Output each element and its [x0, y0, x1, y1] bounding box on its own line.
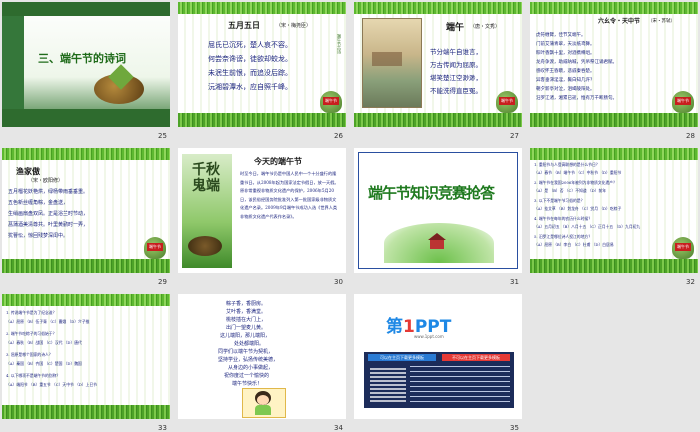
quiz-line: 4. 端午节在每年的农历什么时候？ — [534, 216, 592, 221]
cartoon-girl-card — [242, 388, 286, 418]
poem-line: 五色新丝缠角粽，金盘送， — [8, 200, 69, 206]
slide-thumbnail-27[interactable]: 端午 （唐・文秀） 节分端午自谁言， 万古传闻为屈原。 堪笑楚江空渺渺， 不能洗… — [354, 2, 522, 127]
quiz-line: （A）屈原 （B）伍子胥 （C）曹娥 （D）介子推 — [6, 319, 90, 324]
poem-title: 五月五日 — [228, 20, 260, 30]
brand-url: www.1ppt.com — [414, 334, 444, 339]
quiz-line: （A）五月初五 （B）八月十五 （C）正月十五 （D）九月初九 — [534, 224, 641, 229]
poem-author: （唐・文秀） — [470, 24, 501, 30]
slide-thumbnail-31[interactable]: 端午节知识竞赛抢答 — [354, 148, 522, 273]
poem-author: （宋・梅尧臣） — [276, 23, 312, 29]
zongzi-icon: 端午节 — [672, 237, 694, 259]
download-button-alt[interactable]: 不可以在主页下载更多模板 — [442, 354, 510, 361]
slide-number: 30 — [334, 278, 343, 286]
quiz-line: 2. 端午节吃粽子的习俗始于？ — [6, 331, 57, 336]
slide-number: 26 — [334, 132, 343, 140]
quiz-line: （A）挂艾草 （B）划龙舟 （C）赏月 （D）吃粽子 — [534, 206, 622, 211]
slide-thumbnail-35[interactable]: 第1PPT www.1ppt.com 可以在主页下载更多模板 不可以在主页下载更… — [354, 294, 522, 419]
quiz-line: （A）端阳节 （B）重五节 （C）天中节 （D）上巳节 — [6, 382, 98, 387]
rhyme-line: 桃枝插在大门上， — [226, 317, 267, 323]
zongzi-icon: 端午节 — [144, 237, 166, 259]
poem-line: 犹瞢忪，惊回残梦深闺中。 — [8, 233, 69, 239]
quiz-line: （A）秦国 （B）齐国 （C）楚国 （D）魏国 — [6, 361, 82, 366]
slide-title: 端午节知识竞赛抢答 — [368, 184, 495, 202]
rhyme-line: 坚持学业，弘扬传统美德， — [218, 357, 279, 363]
quiz-line: （A）屈原 （B）李白 （C）杜甫 （D）白居易 — [534, 242, 614, 247]
rhyme-line: 处处都端阳。 — [234, 341, 265, 347]
poem-title: 六幺令・天中节 — [598, 18, 641, 25]
slide-number: 32 — [686, 278, 695, 286]
rhyme-line: 粽子香，香厨房。 — [226, 301, 267, 307]
poem-line: 龙舟争渡，助威呐喊，凭吊祭江诵君赋。 — [536, 60, 617, 65]
poem-title: 渔家傲 — [16, 166, 40, 176]
slide-thumbnail-32[interactable]: 1. 重阳节与人登高联想的是什么节日？ （A）春节 （B）端午节 （C）中秋节 … — [530, 148, 698, 273]
rhyme-line: 同学们以端午节为契机， — [218, 349, 274, 355]
zongzi-icon: 端午节 — [320, 91, 342, 113]
slide-thumbnail-34[interactable]: 粽子香，香厨房。 艾叶香，香满堂。 桃枝插在大门上， 出门一望麦儿黄。 这儿端阳… — [178, 294, 346, 419]
slide-title: 今天的端午节 — [254, 156, 302, 166]
slide-thumbnail-29[interactable]: 渔家傲 （宋・欧阳修） 五月榴花妖艳烘，绿杨带雨垂垂重。 五色新丝缠角粽，金盘送… — [2, 148, 170, 273]
rhyme-line: 端午节快乐！ — [232, 381, 263, 387]
poem-line: 感叹怀王昏聩，悲戚秦吞楚。 — [536, 69, 595, 74]
quiz-line: 1. 重阳节与人登高联想的是什么节日？ — [534, 162, 600, 167]
poem-line: 生绡画扇盘双凤。正是浴兰时节动， — [8, 211, 89, 217]
calligraphy-text: 千秋鬼端 — [192, 162, 220, 194]
quiz-line: （A）春秋 （B）战国 （C）汉代 （D）唐代 — [6, 340, 82, 345]
poem-line: 沅湘碧潭水，应自照千峰。 — [208, 83, 292, 91]
poem-line: 朝夕新亭对泣，泪竭陵阳处。 — [536, 87, 595, 92]
quiz-line: 3. 以下不是端午节习俗的是？ — [534, 198, 585, 203]
poem-line: 万古传闻为屈原。 — [430, 61, 482, 69]
slide-thumbnail-25[interactable]: 三、端午节的诗词 — [2, 2, 170, 127]
side-tag: 端午节古诗 — [337, 34, 342, 54]
poem-line: 何尝奈谗谤，徒欲却蛟龙。 — [208, 55, 292, 63]
slide-number: 25 — [158, 132, 167, 140]
zongzi-icon: 端午节 — [672, 91, 694, 113]
poem-line: 不能洗得直臣冤。 — [430, 87, 482, 95]
poem-line: 未泯生前恨，而追没后踪。 — [208, 69, 292, 77]
rhyme-line: 艾叶香，香满堂。 — [226, 309, 267, 315]
slide-number: 28 — [686, 132, 695, 140]
slide-number: 27 — [510, 132, 519, 140]
slide-thumbnail-33[interactable]: 1. 传说端午节是为了纪念谁？ （A）屈原 （B）伍子胥 （C）曹娥 （D）介子… — [2, 294, 170, 419]
quiz-line: 4. 以下哪项不是端午节的别称？ — [6, 373, 61, 378]
poem-author: （宋・苏轼） — [648, 19, 675, 24]
poem-line: 五月榴花妖艳烘，绿杨带雨垂垂重。 — [8, 189, 89, 195]
quiz-line: 1. 传说端午节是为了纪念谁？ — [6, 310, 57, 315]
quiz-line: 2. 端午节在我国2006年被列为非物质文化遗产？ — [534, 180, 617, 185]
rhyme-line: 祝你度过一个愉快的 — [224, 373, 270, 379]
slide-number: 31 — [510, 278, 519, 286]
poem-line: 异客垂涕淫淫，鬓白知几许？ — [536, 78, 595, 83]
quiz-line: 5. 汨罗江是哪位诗人投江的地方？ — [534, 234, 592, 239]
poem-line: 节分端午自谁言， — [430, 48, 482, 56]
poem-line: 虎符缠臂，佳节又端午。 — [536, 33, 586, 38]
poem-line: 汨罗江渚，湘累已逝，惟有万千断肠句。 — [536, 96, 617, 101]
rhyme-line: 这儿端阳，那儿端阳， — [220, 333, 271, 339]
poem-line: 门前艾蒲青翠，天淡纸鸢舞。 — [536, 42, 595, 47]
zongzi-icon: 端午节 — [496, 91, 518, 113]
rhyme-line: 从身边的小事做起， — [228, 365, 274, 371]
poem-title: 端午 — [446, 23, 465, 33]
download-button[interactable]: 可以在主页下载更多模板 — [368, 354, 436, 361]
poem-line: 粽叶香飘十里，对酒携樽俎。 — [536, 51, 595, 56]
poem-line: 菖蒲酒美清尊共。叶里黄鹂时一弄， — [8, 222, 89, 228]
quiz-line: （A）春节 （B）端午节 （C）中秋节 （D）重阳节 — [534, 170, 622, 175]
quiz-line: 3. 屈原是哪个国家的诗人？ — [6, 352, 53, 357]
slide-title: 三、端午节的诗词 — [38, 52, 126, 65]
poem-line: 屈氏已沉死，楚人哀不容。 — [208, 41, 292, 49]
slide-number: 29 — [158, 278, 167, 286]
rhyme-line: 出门一望麦儿黄。 — [226, 325, 267, 331]
slide-thumbnail-30[interactable]: 千秋鬼端 今天的端午节 时至今日，端午节仍是中国人民中一个十分盛行的隆重节日。从… — [178, 148, 346, 273]
poem-line: 堪笑楚江空渺渺， — [430, 74, 482, 82]
slide-thumbnail-26[interactable]: 五月五日 （宋・梅尧臣） 屈氏已沉死，楚人哀不容。 何尝奈谗谤，徒欲却蛟龙。 未… — [178, 2, 346, 127]
slide-thumbnail-28[interactable]: 六幺令・天中节 （宋・苏轼） 虎符缠臂，佳节又端午。 门前艾蒲青翠，天淡纸鸢舞。… — [530, 2, 698, 127]
poem-author: （宋・欧阳修） — [28, 178, 64, 184]
body-text: 时至今日，端午节仍是中国人民中一个十分盛行的隆重节日。从2008年起为国家法定节… — [240, 171, 339, 219]
quiz-line: （A）是 （B）否 （C）不知道 （D）前年 — [534, 188, 607, 193]
